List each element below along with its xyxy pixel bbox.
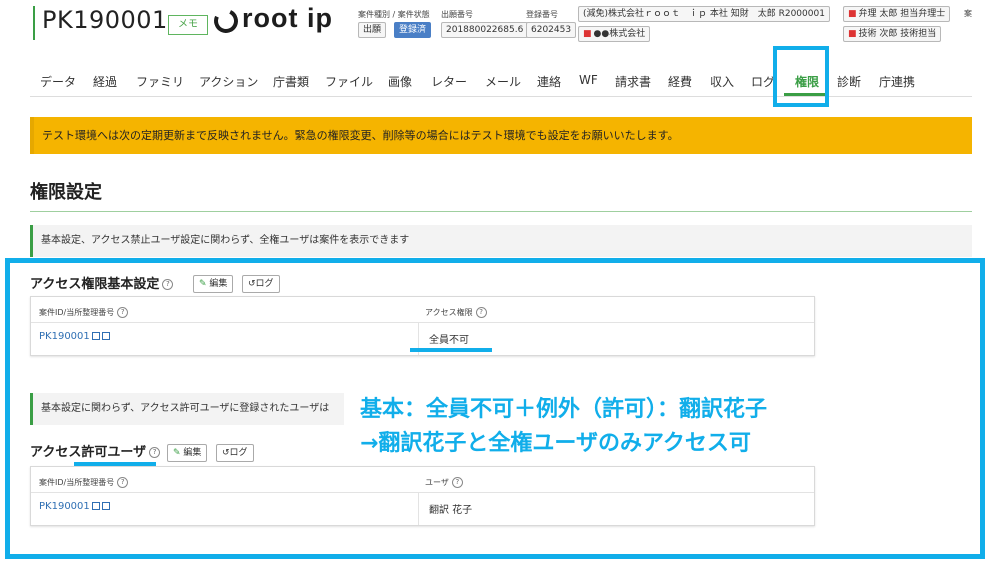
tab-invoice[interactable]: 請求書 [615, 73, 651, 90]
annotation-line-1: 基本：全員不可＋例外（許可）：翻訳花子 [360, 397, 768, 422]
tab-mail[interactable]: メール [485, 73, 521, 90]
tab-letter[interactable]: レター [431, 73, 467, 90]
permission-tab-highlight [773, 46, 829, 107]
logo-text: root ip [242, 3, 333, 33]
annotation-line-2: →翻訳花子と全権ユーザのみアクセス可 [360, 431, 751, 456]
tab-file[interactable]: ファイル [325, 73, 373, 90]
person-icon: ■ [848, 9, 857, 19]
case-id: PK190001 [42, 6, 168, 34]
app-no-label: 出願番号 [441, 10, 473, 19]
annotation-callout: 基本：全員不可＋例外（許可）：翻訳花子 →翻訳花子と全権ユーザのみアクセス可 [344, 383, 940, 463]
case-type-chip: 出願 [358, 22, 387, 38]
attorney-chip-1[interactable]: ■ 弁理 太郎 担当弁理士 [843, 6, 951, 22]
case-status-chip: 登録済 [394, 22, 432, 38]
permit-title-underline [74, 462, 156, 466]
client-flag-icon: ■ [583, 29, 592, 39]
info-admin-notice: 基本設定、アクセス禁止ユーザ設定に関わらず、全権ユーザは案件を表示できます [30, 225, 972, 257]
title-divider [30, 211, 972, 212]
tab-office-docs[interactable]: 庁書類 [273, 73, 309, 90]
reg-no-label: 登録番号 [526, 10, 558, 19]
tab-wf[interactable]: WF [579, 73, 598, 87]
memo-button[interactable]: メモ [168, 15, 208, 35]
tab-contact[interactable]: 連絡 [537, 73, 561, 90]
test-env-warning: テスト環境へは次の定期更新まで反映されません。緊急の権限変更、削除等の場合にはテ… [30, 117, 972, 154]
access-value-underline [410, 348, 492, 352]
header-accent-bar [33, 6, 35, 40]
attorney-chip-2[interactable]: ■ 技術 次郎 技術担当 [843, 26, 942, 42]
tab-data[interactable]: データ [40, 73, 76, 90]
header-edge-label: 案 [964, 9, 972, 18]
case-type-label: 案件種別 / 案件状態 [358, 10, 430, 19]
client-chip-2[interactable]: ■ ●●株式会社 [578, 26, 651, 42]
tab-income[interactable]: 収入 [710, 73, 734, 90]
tab-log[interactable]: ログ [751, 73, 775, 90]
tab-expense[interactable]: 経費 [668, 73, 692, 90]
page-title: 権限設定 [30, 182, 102, 203]
tab-image[interactable]: 画像 [388, 73, 412, 90]
tab-action[interactable]: アクション [199, 73, 258, 90]
logo-icon [210, 5, 242, 37]
tab-history[interactable]: 経過 [93, 73, 117, 90]
client-chip-1[interactable]: (減免)株式会社ｒｏｏｔ ｉｐ 本社 知財 太郎 R2000001 [578, 6, 830, 22]
reg-no-chip: 6202453 [526, 22, 577, 38]
tabs-divider [30, 96, 972, 97]
tab-office-link[interactable]: 庁連携 [879, 73, 915, 90]
tab-diagnosis[interactable]: 診断 [837, 73, 861, 90]
tab-family[interactable]: ファミリ [136, 73, 184, 90]
app-no-chip: 201880022685.6 [441, 22, 529, 38]
person-icon: ■ [848, 29, 857, 39]
